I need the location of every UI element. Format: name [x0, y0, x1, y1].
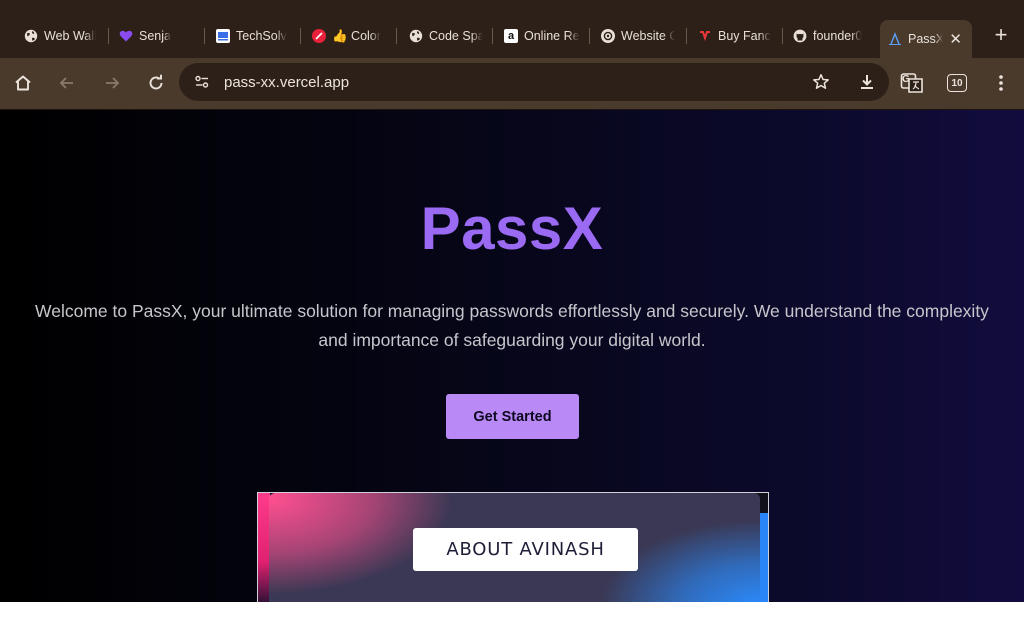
tab-separator [782, 28, 783, 44]
globe-icon [24, 29, 38, 43]
page-bottom-area [0, 602, 1024, 640]
download-icon[interactable] [857, 72, 877, 92]
tab-count-button[interactable]: 10 [944, 70, 970, 96]
amazon-icon: a [504, 29, 518, 43]
tab-website[interactable]: Website C [601, 22, 675, 50]
tab-color[interactable]: 👍 Color [312, 22, 384, 50]
tab-title: Web Wall [44, 29, 96, 43]
bookmark-star-icon[interactable] [811, 72, 831, 92]
tab-separator [686, 28, 687, 44]
menu-kebab-icon[interactable] [988, 70, 1014, 96]
tab-title: PassX [908, 32, 944, 46]
hero-description: Welcome to PassX, your ultimate solution… [35, 301, 989, 350]
tab-techsolv[interactable]: TechSolv [216, 22, 290, 50]
tab-code-space[interactable]: Code Spa [409, 22, 483, 50]
shop-icon [698, 29, 712, 43]
browser-toolbar: pass-xx.vercel.app G 10 [0, 58, 1024, 110]
tab-web-wall[interactable]: Web Wall [24, 22, 96, 50]
heart-icon [119, 29, 133, 43]
tab-count-badge: 10 [947, 74, 967, 92]
translate-icon[interactable]: G [898, 70, 926, 96]
github-icon [793, 29, 807, 43]
address-bar[interactable]: pass-xx.vercel.app [179, 63, 889, 101]
site-settings-icon[interactable] [194, 74, 210, 90]
reload-icon[interactable] [143, 70, 169, 96]
tab-strip: Web Wall Senja TechSolv 👍 Color Code Spa… [0, 0, 1024, 58]
page-viewport: PassX Welcome to PassX, your ultimate so… [0, 110, 1024, 602]
passx-icon [888, 32, 902, 46]
about-avinash-button[interactable]: ABOUT AVINASH [413, 528, 638, 571]
tab-separator [396, 28, 397, 44]
back-arrow-icon[interactable] [54, 70, 80, 96]
tab-senja[interactable]: Senja [119, 22, 191, 50]
tab-separator [589, 28, 590, 44]
globe-icon [409, 29, 423, 43]
tab-online-re[interactable]: a Online Re [504, 22, 580, 50]
tab-title: Buy Fanc [718, 29, 771, 43]
home-icon[interactable] [10, 70, 36, 96]
tab-passx[interactable]: PassX ✕ [880, 20, 972, 58]
get-started-button[interactable]: Get Started [446, 394, 579, 439]
tab-title: Code Spa [429, 29, 483, 43]
tab-title: Online Re [524, 29, 580, 43]
tab-separator [300, 28, 301, 44]
tab-title: Website C [621, 29, 675, 43]
color-icon [312, 29, 326, 43]
about-card: ABOUT AVINASH [257, 492, 769, 602]
tab-title: founder0 [813, 29, 863, 43]
tab-title: Senja [139, 29, 171, 43]
openai-icon [601, 29, 615, 43]
hero-title: PassX [420, 195, 604, 262]
tab-separator [492, 28, 493, 44]
tab-separator [204, 28, 205, 44]
tab-title: 👍 Color [332, 28, 381, 43]
tab-buy-fanc[interactable]: Buy Fanc [698, 22, 772, 50]
tab-separator [108, 28, 109, 44]
techsolv-icon [216, 29, 230, 43]
about-card-gradient: ABOUT AVINASH [269, 493, 760, 602]
forward-arrow-icon[interactable] [99, 70, 125, 96]
close-tab-icon[interactable]: ✕ [949, 30, 962, 48]
new-tab-button[interactable]: + [990, 24, 1012, 46]
tab-founder[interactable]: founder0 [793, 22, 867, 50]
tab-title: TechSolv [236, 29, 287, 43]
url-text[interactable]: pass-xx.vercel.app [224, 74, 349, 91]
translate-label: G [902, 74, 910, 85]
